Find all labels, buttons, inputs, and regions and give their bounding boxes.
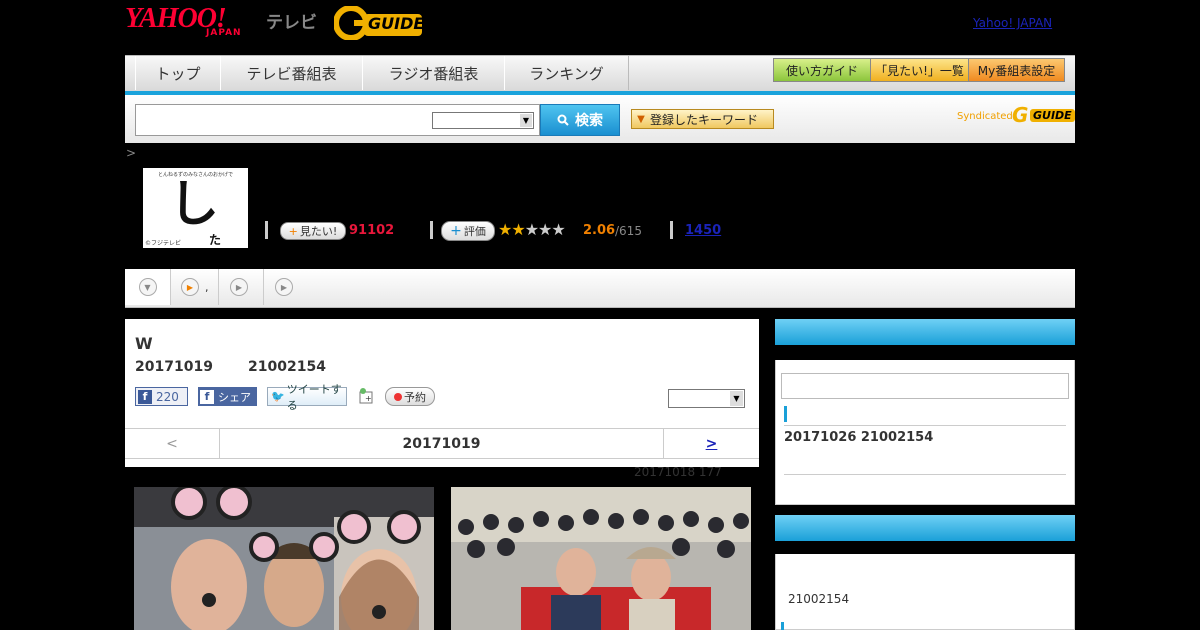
mitai-label: 見たい! <box>299 225 338 238</box>
tab-tv-schedule[interactable]: テレビ番組表 <box>220 56 363 90</box>
episode-photo-2[interactable] <box>451 487 751 630</box>
divider <box>784 474 1066 475</box>
reserve-label: 予約 <box>404 390 426 404</box>
sidebar-box-1-subheader <box>775 345 1075 360</box>
play-icon: ▶ <box>181 278 199 296</box>
current-day: 20171019 <box>402 435 481 452</box>
episode-id: 21002154 <box>248 359 326 375</box>
search-icon <box>557 114 569 126</box>
sidebar-marker <box>781 622 784 630</box>
star-icon: ★ <box>498 220 512 239</box>
mitai-button[interactable]: + 見たい! <box>280 222 346 240</box>
tweet-label: ツイートする <box>286 382 342 412</box>
yahoo-japan-sublogo: JAPAN <box>206 28 242 38</box>
tab-ranking[interactable]: ランキング <box>504 56 629 90</box>
program-subtabs: ▼ ▶ , ▶ ▶ <box>125 269 1075 308</box>
episode-select[interactable]: ▼ <box>668 389 745 408</box>
facebook-like-button[interactable]: f 220 <box>135 387 188 406</box>
rate-button[interactable]: + 評価 <box>441 221 495 241</box>
facebook-icon: f <box>200 389 214 404</box>
prev-day-link[interactable]: < <box>125 429 220 458</box>
gguide-logo-text: GUIDE <box>368 14 425 33</box>
bookmark-icon[interactable]: + <box>358 387 374 405</box>
thumb-credit: ©フジテレビ <box>145 240 182 247</box>
breadcrumb[interactable]: > <box>126 146 136 160</box>
rating-count: /615 <box>615 224 642 238</box>
plus-icon: + <box>450 223 462 239</box>
syndicated-g-icon: G <box>1012 103 1029 127</box>
chevron-down-icon: ▼ <box>138 278 157 296</box>
gguide-logo[interactable]: GUIDE <box>333 5 430 41</box>
sidebar-box-1-header <box>775 319 1075 345</box>
syndicated-logo: GUIDE <box>1030 109 1075 122</box>
rating-value: 2.06 <box>583 223 616 238</box>
sidebar-box-2-header <box>775 515 1075 541</box>
svg-text:+: + <box>365 394 372 403</box>
play-icon: ▶ <box>230 278 248 296</box>
record-dot-icon <box>394 392 402 401</box>
search-category-select[interactable]: ▼ <box>432 112 534 129</box>
tab-radio-schedule[interactable]: ラジオ番組表 <box>362 56 505 90</box>
episode-meta: 20171018 177 <box>634 465 722 479</box>
program-thumbnail[interactable]: とんねるずのみなさんのおかげで し ©フジテレビ た <box>143 168 248 248</box>
thumb-char: し <box>169 175 219 233</box>
caret-down-icon: ▼ <box>637 113 645 125</box>
sidebar-box-2-text: 21002154 <box>788 592 850 606</box>
divider <box>430 221 433 239</box>
star-icon: ★ <box>538 220 552 239</box>
facebook-icon: f <box>138 389 152 404</box>
chevron-down-icon: ▼ <box>730 391 743 406</box>
sidebar-marker <box>784 406 787 422</box>
main-nav: トップ テレビ番組表 ラジオ番組表 ランキング 使い方ガイド 「見たい!」一覧 … <box>125 55 1075 92</box>
rate-label: 評価 <box>463 225 486 238</box>
subtab-2[interactable]: ▶ <box>220 269 264 305</box>
divider <box>784 425 1066 426</box>
date-navigation: < 20171019 > <box>125 428 759 459</box>
sidebar-next-broadcast[interactable]: 20171026 21002154 <box>784 430 933 445</box>
tab-top[interactable]: トップ <box>135 56 221 90</box>
star-icon: ★ <box>524 220 539 239</box>
rating-stars: ★★★★★ <box>498 220 566 239</box>
thumb-mark: た <box>209 233 222 247</box>
play-icon: ▶ <box>275 278 293 296</box>
search-button[interactable]: 検索 <box>540 104 620 136</box>
twitter-bird-icon: 🐦 <box>271 390 285 403</box>
yahoo-japan-link[interactable]: Yahoo! JAPAN <box>973 16 1052 30</box>
mitai-count: 91102 <box>349 223 395 238</box>
facebook-share-button[interactable]: f シェア <box>198 387 257 406</box>
sidebar-input[interactable] <box>781 373 1069 399</box>
subtab-1[interactable]: ▶ , <box>171 269 219 305</box>
tv-label[interactable]: テレビ <box>266 8 317 33</box>
mitai-list-button[interactable]: 「見たい!」一覧 <box>870 58 969 82</box>
facebook-like-count: 220 <box>156 389 179 404</box>
tweet-button[interactable]: 🐦 ツイートする <box>267 383 347 412</box>
registered-keywords-label: 登録したキーワード <box>650 112 759 127</box>
chevron-down-icon: ▼ <box>520 114 532 127</box>
sidebar-box-2-subheader <box>775 541 1075 554</box>
usage-guide-button[interactable]: 使い方ガイド <box>773 58 871 82</box>
reserve-button[interactable]: 予約 <box>385 387 435 406</box>
episode-date: 20171019 <box>135 359 213 375</box>
next-day-link[interactable]: > <box>663 429 759 458</box>
divider <box>670 221 673 239</box>
search-button-label: 検索 <box>575 113 603 129</box>
review-count-link[interactable]: 1450 <box>685 223 721 238</box>
episode-photo-1[interactable] <box>134 487 434 630</box>
syndicated-label: Syndicated <box>957 111 1013 122</box>
star-icon: ★ <box>511 220 525 239</box>
subtab-0[interactable]: ▼ <box>125 269 171 305</box>
star-icon: ★ <box>551 220 565 239</box>
subtab-3[interactable]: ▶ <box>265 269 305 305</box>
registered-keywords-button[interactable]: ▼ 登録したキーワード <box>631 109 774 129</box>
divider <box>265 221 268 239</box>
my-schedule-settings-button[interactable]: My番組表設定 <box>968 58 1065 82</box>
facebook-share-label: シェア <box>218 390 251 404</box>
subtab-1-label: , <box>205 280 209 294</box>
episode-title: W <box>135 334 153 353</box>
plus-icon: + <box>288 224 298 238</box>
